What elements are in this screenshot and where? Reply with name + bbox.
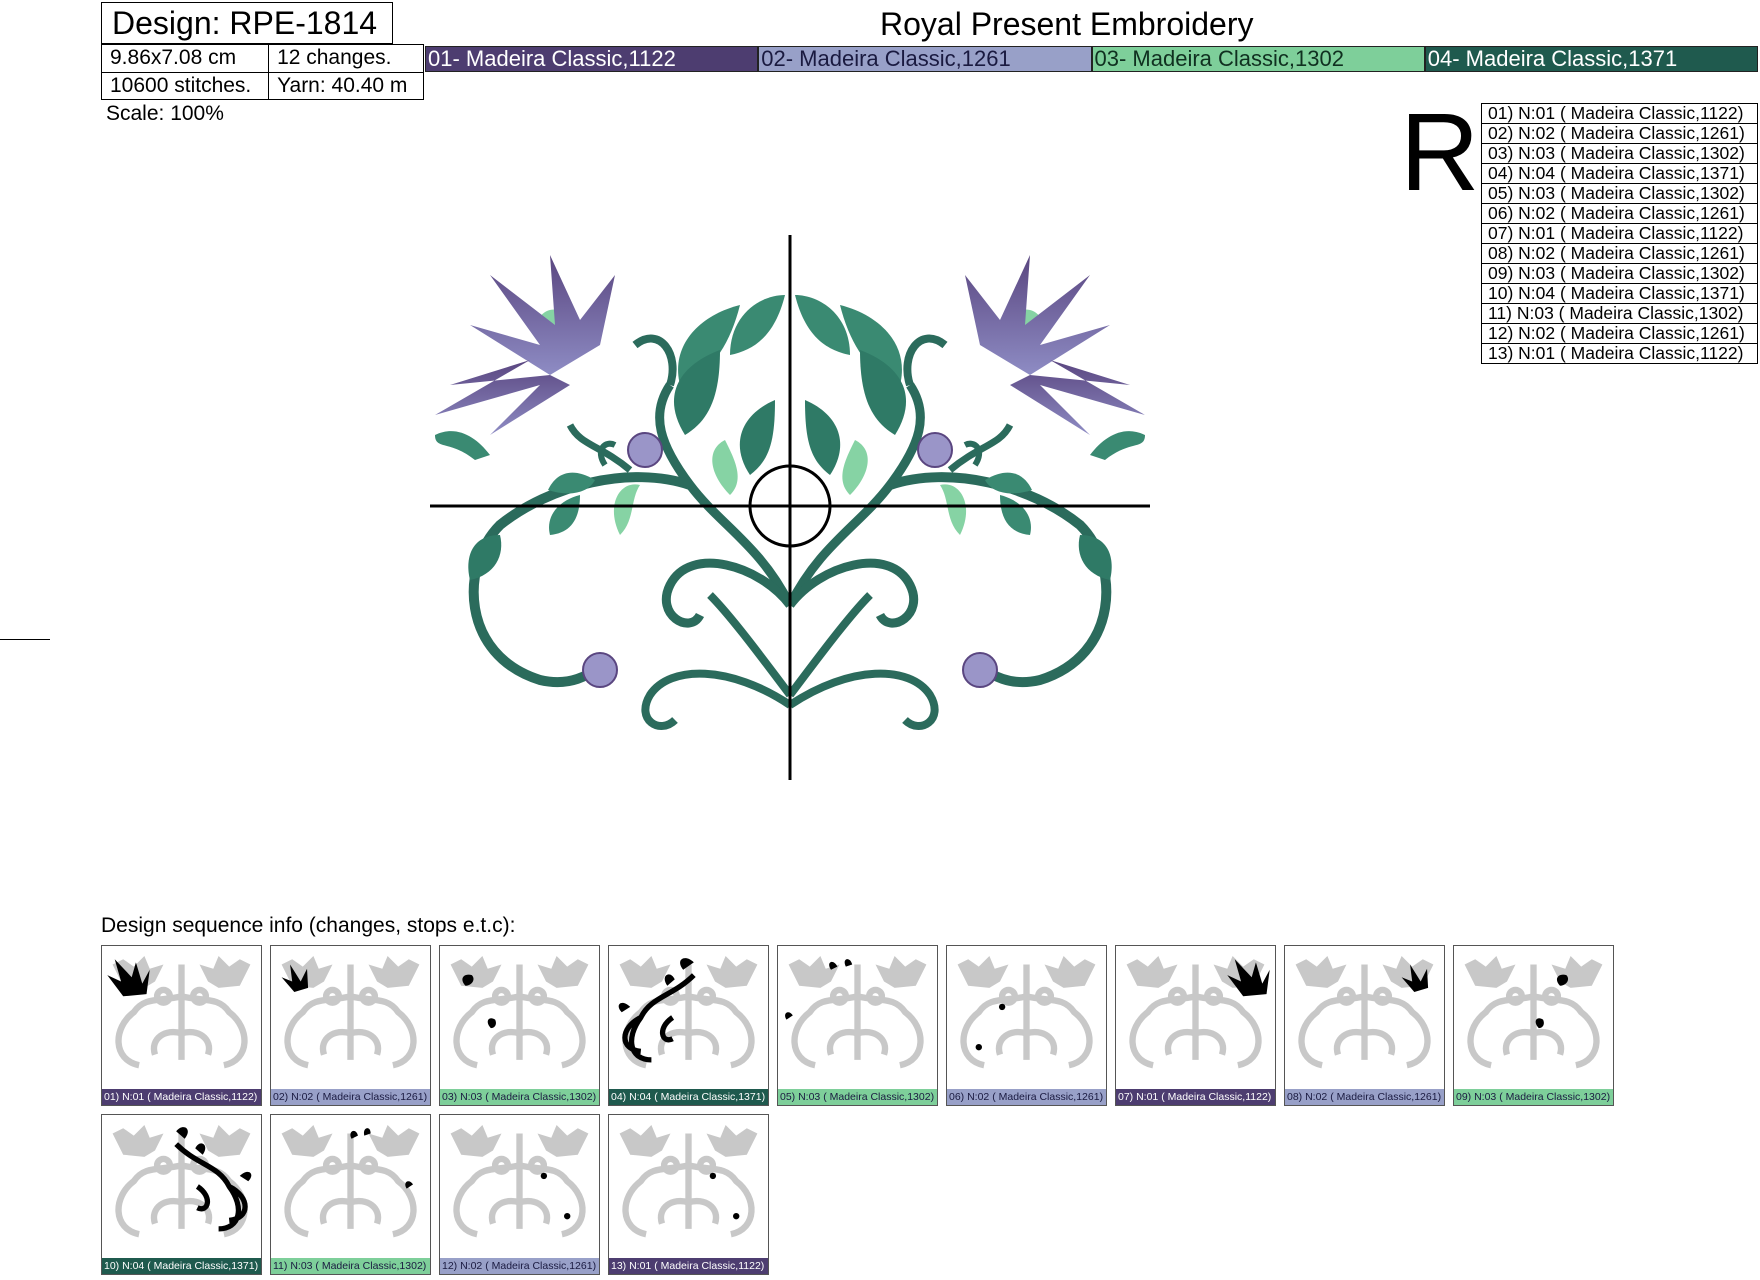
thumbnail-caption: 06) N:02 ( Madeira Classic,1261) [947, 1089, 1106, 1105]
sequence-thumbnail: 06) N:02 ( Madeira Classic,1261) [946, 945, 1107, 1106]
sequence-thumbnail: 07) N:01 ( Madeira Classic,1122) [1115, 945, 1276, 1106]
thumbnail-preview [450, 1125, 589, 1238]
sequence-row: 03) N:03 ( Madeira Classic,1302) [1481, 143, 1758, 164]
thumbnail-preview [281, 956, 420, 1069]
sequence-thumbnail: 01) N:01 ( Madeira Classic,1122) [101, 945, 262, 1106]
thumbnail-preview [1295, 956, 1434, 1069]
thumbnail-caption: 13) N:01 ( Madeira Classic,1122) [609, 1258, 768, 1274]
thumbnail-preview [281, 1125, 420, 1238]
sequence-row: 07) N:01 ( Madeira Classic,1122) [1481, 223, 1758, 244]
sequence-row: 13) N:01 ( Madeira Classic,1122) [1481, 343, 1758, 364]
thumbnail-preview [1464, 956, 1603, 1069]
thumbnail-caption: 12) N:02 ( Madeira Classic,1261) [440, 1258, 599, 1274]
sequence-row-label: 08) N:02 ( Madeira Classic,1261) [1481, 243, 1758, 264]
sequence-thumbnail: 10) N:04 ( Madeira Classic,1371) [101, 1114, 262, 1275]
sequence-row: 01) N:01 ( Madeira Classic,1122) [1481, 103, 1758, 124]
thumbnail-preview [618, 956, 758, 1069]
color-palette-bar: 01- Madeira Classic,1122 02- Madeira Cla… [425, 46, 1758, 72]
embroidery-preview [430, 235, 1150, 780]
design-size: 9.86x7.08 cm [100, 44, 270, 73]
sequence-heading: Design sequence info (changes, stops e.t… [101, 914, 516, 937]
color-sequence-list: 01) N:01 ( Madeira Classic,1122) 02) N:02… [1481, 103, 1758, 364]
sequence-row: 04) N:04 ( Madeira Classic,1371) [1481, 163, 1758, 184]
thumbnail-preview [1126, 956, 1270, 1069]
thumbnail-caption: 09) N:03 ( Madeira Classic,1302) [1454, 1089, 1613, 1105]
sequence-thumbnail: 04) N:04 ( Madeira Classic,1371) [608, 945, 769, 1106]
company-name: Royal Present Embroidery [880, 6, 1254, 42]
color-swatch-3: 03- Madeira Classic,1302 [1091, 46, 1425, 72]
thumbnail-caption: 07) N:01 ( Madeira Classic,1122) [1116, 1089, 1275, 1105]
orientation-marker: R [1400, 91, 1480, 214]
color-swatch-4: 04- Madeira Classic,1371 [1424, 46, 1758, 72]
thumbnail-caption: 02) N:02 ( Madeira Classic,1261) [271, 1089, 430, 1105]
color-swatch-2: 02- Madeira Classic,1261 [758, 46, 1092, 72]
thumbnail-preview [785, 956, 927, 1069]
sequence-thumbnail: 02) N:02 ( Madeira Classic,1261) [270, 945, 431, 1106]
thumbnail-caption: 10) N:04 ( Madeira Classic,1371) [102, 1258, 261, 1274]
sequence-row-label: 13) N:01 ( Madeira Classic,1122) [1481, 343, 1758, 364]
sequence-row-label: 01) N:01 ( Madeira Classic,1122) [1481, 103, 1758, 124]
thumbnail-preview [107, 956, 251, 1069]
thumbnail-preview [619, 1125, 758, 1238]
color-swatch-1: 01- Madeira Classic,1122 [425, 46, 759, 72]
thumbnail-caption: 04) N:04 ( Madeira Classic,1371) [609, 1089, 768, 1105]
sequence-row-label: 05) N:03 ( Madeira Classic,1302) [1481, 183, 1758, 204]
sequence-thumbnail: 05) N:03 ( Madeira Classic,1302) [777, 945, 938, 1106]
sequence-row-label: 09) N:03 ( Madeira Classic,1302) [1481, 263, 1758, 284]
sequence-row: 11) N:03 ( Madeira Classic,1302) [1481, 303, 1758, 324]
thumbnail-caption: 11) N:03 ( Madeira Classic,1302) [271, 1258, 430, 1274]
thumbnail-caption: 05) N:03 ( Madeira Classic,1302) [778, 1089, 937, 1105]
sequence-thumbnail: 12) N:02 ( Madeira Classic,1261) [439, 1114, 600, 1275]
sequence-row: 08) N:02 ( Madeira Classic,1261) [1481, 243, 1758, 264]
sequence-row: 02) N:02 ( Madeira Classic,1261) [1481, 123, 1758, 144]
scale-label: Scale: 100% [106, 102, 224, 125]
sequence-thumbnail: 13) N:01 ( Madeira Classic,1122) [608, 1114, 769, 1275]
sequence-row-label: 07) N:01 ( Madeira Classic,1122) [1481, 223, 1758, 244]
thumbnail-caption: 03) N:03 ( Madeira Classic,1302) [440, 1089, 599, 1105]
edge-marker-line [0, 639, 50, 640]
thumbnail-caption: 01) N:01 ( Madeira Classic,1122) [102, 1089, 261, 1105]
sequence-row-label: 06) N:02 ( Madeira Classic,1261) [1481, 203, 1758, 224]
sequence-thumbnail: 03) N:03 ( Madeira Classic,1302) [439, 945, 600, 1106]
sequence-row-label: 04) N:04 ( Madeira Classic,1371) [1481, 163, 1758, 184]
design-changes: 12 changes. [268, 44, 424, 73]
sequence-row-label: 12) N:02 ( Madeira Classic,1261) [1481, 323, 1758, 344]
sequence-row-label: 03) N:03 ( Madeira Classic,1302) [1481, 143, 1758, 164]
sequence-row-label: 02) N:02 ( Madeira Classic,1261) [1481, 123, 1758, 144]
thumbnail-preview [450, 956, 589, 1069]
sequence-thumbnail: 09) N:03 ( Madeira Classic,1302) [1453, 945, 1614, 1106]
sequence-thumbnail: 11) N:03 ( Madeira Classic,1302) [270, 1114, 431, 1275]
sequence-row: 12) N:02 ( Madeira Classic,1261) [1481, 323, 1758, 344]
thumbnail-preview [112, 1125, 252, 1238]
design-stitches: 10600 stitches. [100, 71, 270, 100]
design-info-table: 9.86x7.08 cm 12 changes. 10600 stitches.… [100, 44, 424, 100]
thumbnail-preview [957, 956, 1096, 1069]
thumbnail-caption: 08) N:02 ( Madeira Classic,1261) [1285, 1089, 1444, 1105]
design-title: Design: RPE-1814 [101, 2, 393, 44]
sequence-row-label: 10) N:04 ( Madeira Classic,1371) [1481, 283, 1758, 304]
design-yarn: Yarn: 40.40 m [268, 71, 424, 100]
sequence-row: 05) N:03 ( Madeira Classic,1302) [1481, 183, 1758, 204]
sequence-row: 09) N:03 ( Madeira Classic,1302) [1481, 263, 1758, 284]
sequence-row: 06) N:02 ( Madeira Classic,1261) [1481, 203, 1758, 224]
sequence-thumbnail: 08) N:02 ( Madeira Classic,1261) [1284, 945, 1445, 1106]
sequence-row-label: 11) N:03 ( Madeira Classic,1302) [1481, 303, 1758, 324]
sequence-row: 10) N:04 ( Madeira Classic,1371) [1481, 283, 1758, 304]
